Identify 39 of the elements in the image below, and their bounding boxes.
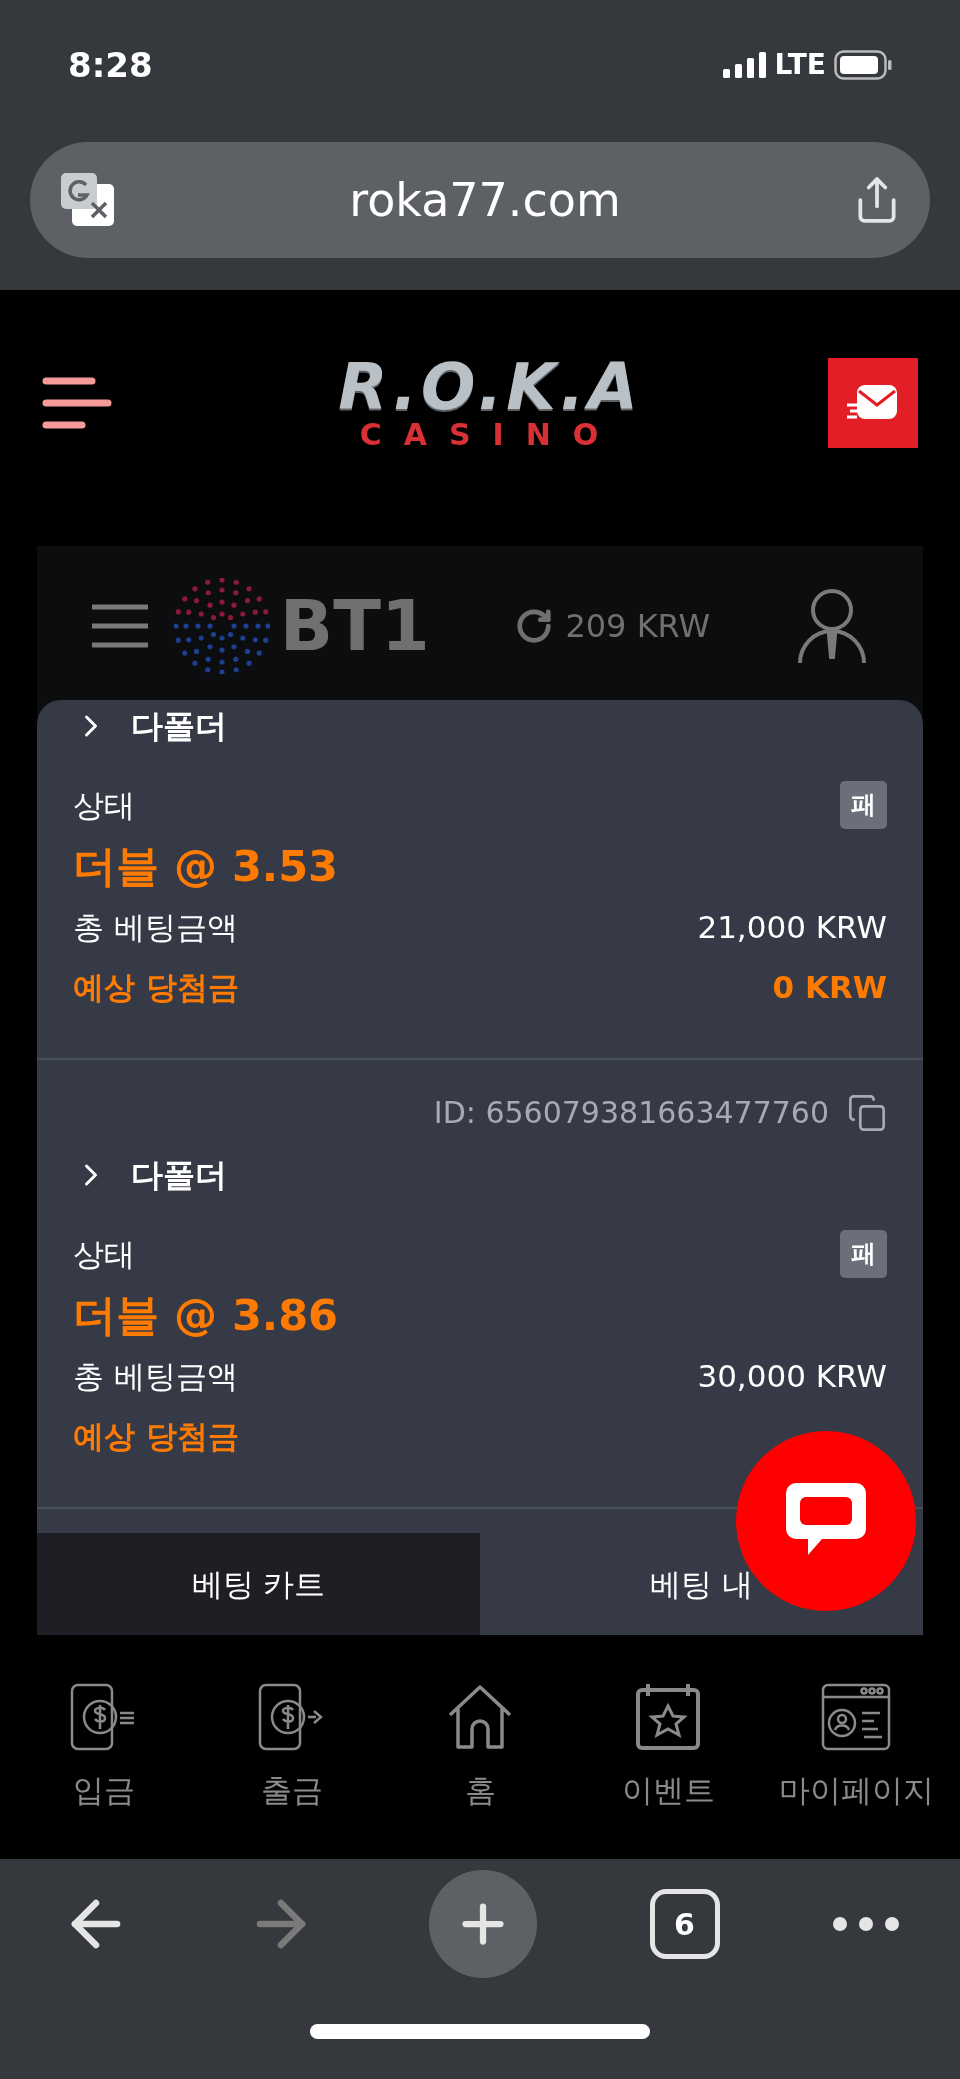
network-type: LTE bbox=[774, 47, 826, 83]
mail-button[interactable] bbox=[828, 358, 918, 448]
status-time: 8:28 bbox=[68, 43, 153, 87]
menu-icon[interactable] bbox=[42, 376, 112, 430]
payout-label: 예상 당첨금 bbox=[73, 967, 239, 1007]
menu-icon[interactable] bbox=[92, 604, 148, 648]
bet-tab[interactable]: 베팅 카트 bbox=[37, 1533, 480, 1635]
signal-icon bbox=[722, 52, 767, 78]
odds-line: 더블 @ 3.86 bbox=[73, 1289, 340, 1342]
nav-label[interactable]: 홈 bbox=[464, 1766, 496, 1814]
stake-amount: 21,000 KRW bbox=[697, 907, 887, 947]
nav-label[interactable]: 출금 bbox=[261, 1766, 323, 1814]
status-label: 상태 bbox=[73, 785, 135, 825]
bet-type: 다폴더 bbox=[131, 706, 227, 747]
more-icon[interactable] bbox=[832, 1916, 900, 1932]
user-icon[interactable] bbox=[795, 588, 868, 664]
result-badge: 패 bbox=[840, 781, 887, 829]
sportsbook-logo[interactable]: BT1 bbox=[173, 578, 430, 674]
status-label: 상태 bbox=[73, 1234, 135, 1274]
balance-amount: 209 KRW bbox=[565, 606, 711, 647]
bet-type: 다폴더 bbox=[131, 1155, 227, 1196]
result-badge: 패 bbox=[840, 1230, 887, 1278]
address-bar[interactable]: roka77.com bbox=[30, 142, 930, 258]
stake-label: 총 베팅금액 bbox=[73, 1356, 238, 1396]
casino-logo[interactable]: R.O.K.A CASINO bbox=[338, 355, 642, 451]
odds-line: 더블 @ 3.53 bbox=[73, 840, 340, 893]
stake-amount: 30,000 KRW bbox=[697, 1356, 887, 1396]
copy-icon[interactable] bbox=[847, 1092, 887, 1133]
nav-label[interactable]: 마이페이지 bbox=[778, 1766, 934, 1814]
bet-id: ID: 656079381663477760 bbox=[433, 1094, 829, 1132]
url-text: roka77.com bbox=[349, 171, 621, 229]
tab-count[interactable]: 6 bbox=[649, 1889, 720, 1959]
payout-label: 예상 당첨금 bbox=[73, 1416, 239, 1456]
nav-label[interactable]: 이벤트 bbox=[621, 1766, 715, 1814]
payout-amount: 0 KRW bbox=[772, 967, 887, 1007]
refresh-icon[interactable] bbox=[515, 607, 554, 645]
stake-label: 총 베팅금액 bbox=[73, 907, 238, 947]
nav-label[interactable]: 입금 bbox=[73, 1766, 135, 1814]
battery-icon bbox=[834, 50, 892, 80]
